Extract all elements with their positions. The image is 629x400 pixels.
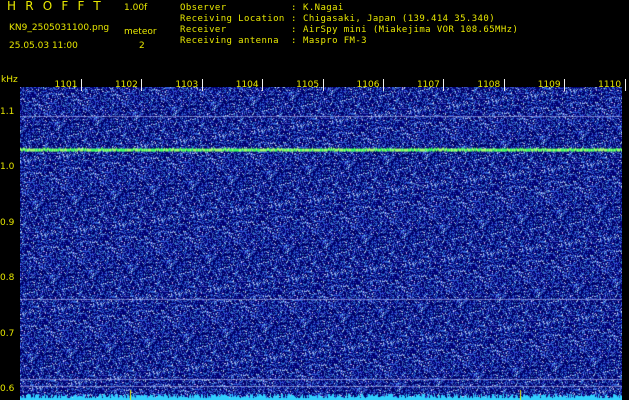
app-title: HROFFT: [7, 0, 110, 13]
info-value: AirSpy mini (Miakejima VOR 108.65MHz): [303, 25, 519, 35]
time-tick-label: 1101: [54, 80, 78, 90]
info-separator: :: [291, 36, 297, 46]
time-tick-label: 1106: [356, 80, 380, 90]
mode-label: meteor: [124, 27, 157, 37]
info-row-location: Receiving Location : Chigasaki, Japan (1…: [180, 14, 518, 25]
freq-tick-label: 0.9: [0, 217, 15, 228]
info-value: Chigasaki, Japan (139.414 35.340): [303, 14, 496, 24]
time-tick-label: 1103: [175, 80, 199, 90]
time-tick-label: 1109: [537, 80, 561, 90]
info-row-antenna: Receiving antenna : Maspro FM-3: [180, 36, 518, 47]
time-tick-label: 1110: [598, 80, 622, 90]
spectrogram-canvas: [20, 87, 622, 400]
info-label: Receiver: [180, 25, 227, 35]
info-row-receiver: Receiver : AirSpy mini (Miakejima VOR 10…: [180, 25, 518, 36]
info-separator: :: [291, 25, 297, 35]
info-label: Observer: [180, 3, 227, 13]
time-tick-mark: [141, 79, 143, 91]
time-tick-label: 1108: [477, 80, 501, 90]
freq-tick-label: 1.1: [0, 106, 15, 117]
time-tick-mark: [624, 79, 626, 91]
time-tick-label: 1102: [114, 80, 138, 90]
mode-value: 2: [139, 41, 145, 51]
time-tick-mark: [322, 79, 324, 91]
station-info: Observer : K.Nagai Receiving Location : …: [180, 3, 518, 47]
info-value: K.Nagai: [303, 3, 344, 13]
spectrogram-panel: kHz 1101 1102 1103 1104 1105 1106 1107 1108 1109…: [0, 74, 629, 400]
time-tick-label: 1104: [235, 80, 259, 90]
freq-tick-label: 0.8: [0, 273, 15, 284]
time-tick-mark: [201, 79, 203, 91]
time-tick-mark: [503, 79, 505, 91]
time-tick-mark: [443, 79, 445, 91]
time-tick-label: 1107: [416, 80, 440, 90]
info-row-observer: Observer : K.Nagai: [180, 3, 518, 14]
time-tick-mark: [262, 79, 264, 91]
info-value: Maspro FM-3: [303, 36, 368, 46]
y-unit-label: kHz: [1, 75, 18, 85]
info-label: Receiving Location: [180, 14, 285, 24]
version-label: 1.00f: [124, 3, 148, 13]
freq-tick-label: 1.0: [0, 162, 15, 173]
info-label: Receiving antenna: [180, 36, 279, 46]
info-separator: :: [291, 3, 297, 13]
freq-tick-label: 0.6: [0, 383, 15, 394]
datetime-label: 25.05.03 11:00: [9, 41, 78, 51]
time-tick-mark: [564, 79, 566, 91]
info-separator: :: [291, 14, 297, 24]
filename-label: KN9_2505031100.png: [9, 23, 110, 33]
time-tick-mark: [383, 79, 384, 91]
freq-tick-label: 0.7: [0, 328, 15, 339]
time-tick-label: 1105: [296, 80, 320, 90]
time-tick-mark: [81, 79, 82, 91]
header-panel: HROFFT 1.00f KN9_2505031100.png meteor 2…: [0, 0, 629, 74]
